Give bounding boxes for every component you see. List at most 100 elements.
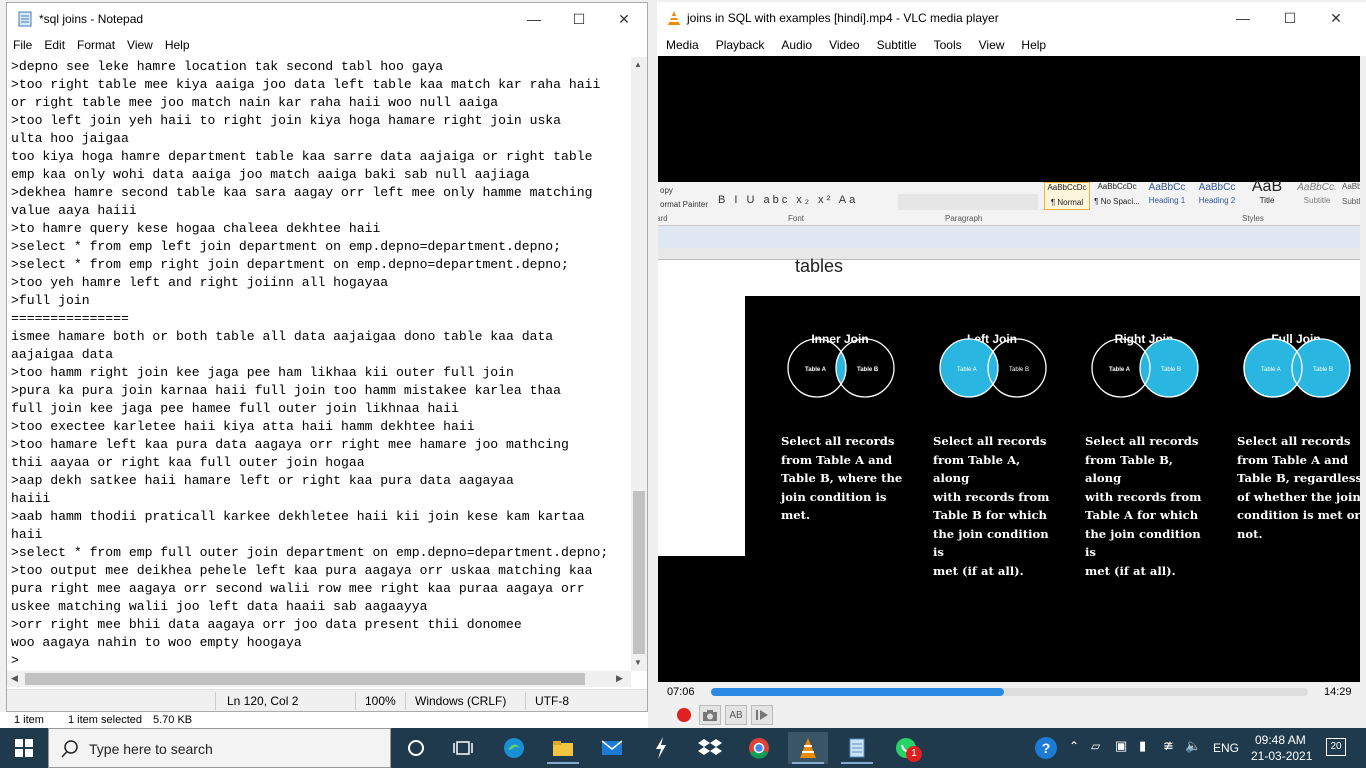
- menu-format[interactable]: Format: [71, 35, 121, 57]
- inner-join-venn-icon: Table A Table B: [787, 338, 895, 398]
- taskbar-chrome[interactable]: [739, 732, 779, 764]
- lightning-icon: [656, 737, 666, 759]
- venn-label-table-b: Table B: [1161, 367, 1181, 373]
- notepad-text-line: >too hamare left kaa pura data aagaya or…: [11, 437, 569, 452]
- notepad-titlebar[interactable]: *sql joins - Notepad — ☐ ✕: [7, 3, 647, 35]
- tray-meet-icon[interactable]: ▣: [1115, 738, 1127, 754]
- taskbar-edge[interactable]: [494, 732, 534, 764]
- video-font-controls: B I U abc x₂ x² Aa: [718, 194, 859, 206]
- taskbar: Type here to search 1 ? ⌃ ▱ ▣ ▮ ≇ 🔈 ENG …: [0, 728, 1366, 768]
- taskbar-file-explorer[interactable]: [543, 732, 583, 764]
- edge-browser-icon: [504, 738, 524, 758]
- video-paragraph-controls: [898, 194, 1038, 210]
- record-button[interactable]: [673, 705, 695, 725]
- notepad-vertical-scroll-thumb[interactable]: [633, 491, 645, 654]
- menu-file[interactable]: File: [7, 35, 38, 57]
- notepad-close-button[interactable]: ✕: [601, 3, 647, 35]
- taskbar-whatsapp[interactable]: 1: [886, 732, 926, 764]
- wifi-icon[interactable]: ≇: [1163, 738, 1174, 754]
- tray-overflow-chevron-icon[interactable]: ⌃: [1069, 739, 1079, 753]
- style-sample: AaBbCc.: [1297, 182, 1337, 193]
- scroll-up-arrow-icon[interactable]: ▲: [634, 60, 642, 69]
- clock-date[interactable]: 21-03-2021: [1251, 749, 1312, 763]
- video-ribbon-paragraph-label: Paragraph: [945, 214, 983, 223]
- taskbar-dropbox[interactable]: [690, 732, 730, 764]
- notepad-text-area[interactable]: >depno see leke hamre location tak secon…: [11, 57, 633, 671]
- vlc-cone-icon: [668, 11, 680, 25]
- vlc-menu-playback[interactable]: Playback: [707, 34, 773, 56]
- status-zoom: 100%: [365, 694, 396, 708]
- notepad-text-line: >pura ka pura join karnaa haii full join…: [11, 383, 562, 398]
- vlc-window[interactable]: joins in SQL with examples [hindi].mp4 -…: [657, 2, 1366, 728]
- explorer-status-strip: 1 item 1 item selected 5.70 KB: [0, 712, 648, 728]
- style-sample: AaBbCc: [1342, 182, 1360, 191]
- task-view-button[interactable]: [443, 732, 483, 764]
- clock-time[interactable]: 09:48 AM: [1255, 733, 1306, 747]
- language-indicator[interactable]: ENG: [1213, 741, 1239, 755]
- scroll-down-arrow-icon[interactable]: ▼: [634, 658, 642, 667]
- task-view-icon: [453, 741, 473, 755]
- notepad-text-line: woo aagaya nahin to woo empty hoogaya: [11, 635, 302, 650]
- vlc-titlebar[interactable]: joins in SQL with examples [hindi].mp4 -…: [657, 2, 1366, 34]
- vlc-menu-subtitle[interactable]: Subtitle: [868, 34, 925, 56]
- notifications-count: 20: [1330, 741, 1342, 752]
- start-button[interactable]: [0, 728, 48, 768]
- video-ruler: [658, 248, 1360, 260]
- scroll-left-arrow-icon[interactable]: ◀: [11, 673, 18, 684]
- menu-help[interactable]: Help: [159, 35, 196, 57]
- vlc-controls: 07:06 14:29 AB: [657, 682, 1366, 728]
- taskbar-search-box[interactable]: Type here to search: [48, 728, 391, 768]
- vlc-menu-view[interactable]: View: [970, 34, 1013, 56]
- help-icon[interactable]: ?: [1035, 737, 1057, 759]
- explorer-selected-count: 1 item selected: [68, 714, 142, 726]
- notepad-horizontal-scroll-thumb[interactable]: [25, 673, 585, 685]
- video-page-margin: [658, 296, 745, 556]
- venn-label-table-a: Table A: [805, 367, 827, 373]
- taskbar-app-bolt[interactable]: [641, 732, 681, 764]
- snapshot-button[interactable]: [699, 705, 721, 725]
- status-divider: [525, 692, 526, 710]
- menu-edit[interactable]: Edit: [38, 35, 71, 57]
- tray-device-icon[interactable]: ▱: [1091, 739, 1100, 753]
- scroll-right-arrow-icon[interactable]: ▶: [616, 673, 623, 684]
- notepad-window[interactable]: *sql joins - Notepad — ☐ ✕ File Edit For…: [6, 2, 648, 712]
- vlc-menu-tools[interactable]: Tools: [925, 34, 970, 56]
- venn-label-table-b: Table B: [1313, 367, 1333, 373]
- loop-ab-button[interactable]: AB: [725, 705, 747, 725]
- taskbar-notepad[interactable]: [837, 732, 877, 764]
- notepad-maximize-button[interactable]: ☐: [556, 3, 602, 35]
- video-frame[interactable]: opy ormat Painter B I U abc x₂ x² Aa AaB…: [658, 56, 1360, 682]
- video-style-heading2: AaBbCc Heading 2: [1194, 182, 1240, 205]
- taskbar-vlc[interactable]: [788, 732, 828, 764]
- volume-icon[interactable]: 🔈: [1185, 738, 1201, 754]
- notepad-minimize-button[interactable]: —: [511, 3, 557, 35]
- notepad-text-line: >depno see leke hamre location tak secon…: [11, 59, 444, 74]
- vlc-maximize-button[interactable]: ☐: [1267, 2, 1313, 34]
- notepad-text-line: aajaigaa data: [11, 347, 114, 362]
- battery-icon[interactable]: ▮: [1139, 738, 1146, 754]
- style-name: Title: [1259, 196, 1275, 205]
- style-name: ¶ No Spaci...: [1094, 197, 1140, 206]
- notepad-text-line: >aab hamm thodii praticall karkee dekhle…: [11, 509, 585, 524]
- menu-view[interactable]: View: [121, 35, 159, 57]
- notepad-text-line: haiii: [11, 491, 51, 506]
- notepad-text-line: >too left join yeh haii to right join ki…: [11, 113, 562, 128]
- vlc-menu-help[interactable]: Help: [1012, 34, 1054, 56]
- video-doc-text: tables: [795, 256, 844, 276]
- vlc-menu-audio[interactable]: Audio: [772, 34, 820, 56]
- notepad-text-line: >to hamre query kese hogaa chaleea dekht…: [11, 221, 381, 236]
- vlc-minimize-button[interactable]: —: [1220, 2, 1266, 34]
- frame-by-frame-button[interactable]: [751, 705, 773, 725]
- notepad-text-line: >too right table mee kiya aaiga joo data…: [11, 77, 601, 92]
- cortana-button[interactable]: [396, 732, 436, 764]
- active-indicator: [547, 762, 579, 764]
- video-ribbon-clipboard-label: ard: [658, 214, 668, 223]
- right-join-venn-icon: Table A Table B: [1091, 338, 1199, 398]
- status-line-ending: Windows (CRLF): [415, 694, 507, 708]
- notifications-icon[interactable]: 20: [1326, 738, 1346, 756]
- vlc-menu-video[interactable]: Video: [820, 34, 867, 56]
- vlc-close-button[interactable]: ✕: [1313, 2, 1359, 34]
- notepad-text-line: full join kee jaga pee hamee full outer …: [11, 401, 459, 416]
- vlc-menu-media[interactable]: Media: [657, 34, 707, 56]
- taskbar-mail[interactable]: [592, 732, 632, 764]
